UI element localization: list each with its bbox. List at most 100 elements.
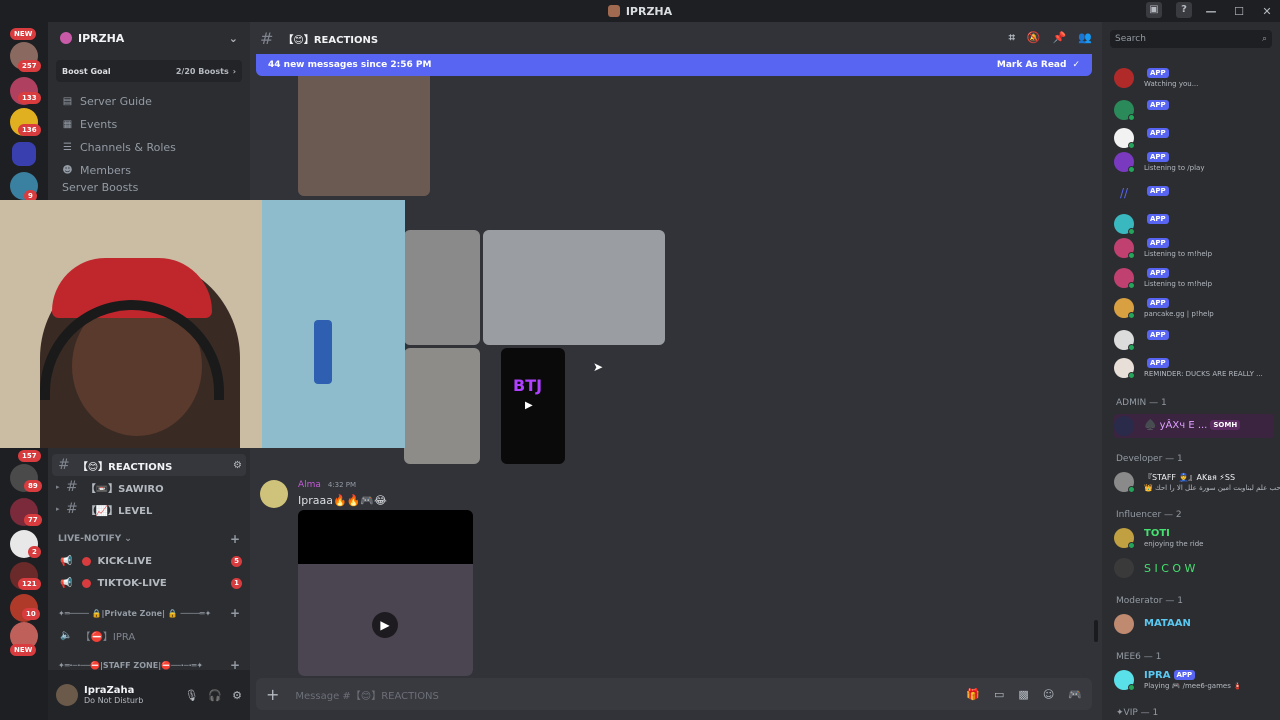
member-item[interactable]: APP <box>1114 212 1274 236</box>
attachment-image[interactable] <box>483 230 665 345</box>
attachment-image[interactable] <box>298 76 430 196</box>
new-messages-bar[interactable]: 44 new messages since 2:56 PM Mark As Re… <box>256 54 1092 76</box>
mark-as-read-button[interactable]: Mark As Read <box>997 60 1067 70</box>
composer-placeholder[interactable]: Message #【😊】REACTIONS <box>295 687 438 702</box>
category-live-notify[interactable]: LIVE-NOTIFY ⌄ + <box>48 528 250 550</box>
chevron-down-icon[interactable]: ⌄ <box>229 32 238 45</box>
gear-icon[interactable]: ⚙ <box>232 689 242 702</box>
chevron-down-icon: ⌄ <box>124 534 132 544</box>
member-item[interactable]: APP pancake.gg | p!help <box>1114 296 1274 320</box>
rail-badge: 157 <box>18 450 41 462</box>
channel-reactions[interactable]: # 【😊】REACTIONS ⚙ <box>52 454 246 476</box>
help-icon[interactable]: ? <box>1176 2 1192 18</box>
member-list-icon[interactable]: 👥 <box>1078 31 1092 45</box>
member-list: Search ⌕ APP Watching you... APP APP APP… <box>1102 22 1280 720</box>
play-icon[interactable]: ▶ <box>372 612 398 638</box>
megaphone-icon: 📢 <box>60 577 73 589</box>
sticker-icon[interactable]: ▩ <box>1018 688 1028 701</box>
member-item[interactable]: 『STAFF 👮』AKвя ⚡SS 👑 حب علم لبناوبت امين … <box>1114 470 1280 494</box>
member-item[interactable]: APP Listening to m!help <box>1114 236 1274 260</box>
member-activity: Listening to /play <box>1144 164 1205 172</box>
channel-kick-live[interactable]: 📢 KICK-LIVE 5 <box>48 550 250 572</box>
maximize-icon[interactable]: ☐ <box>1232 5 1246 18</box>
member-item[interactable]: APP Listening to /play <box>1114 150 1274 174</box>
video-thumbnail[interactable]: BTJ ▶ <box>501 348 565 464</box>
microphone-icon[interactable]: 🎙 <box>184 689 198 702</box>
role-tag: SOMH <box>1210 420 1241 430</box>
window-controls: — ☐ ✕ <box>1204 0 1274 22</box>
member-activity: pancake.gg | p!help <box>1144 310 1214 318</box>
member-item[interactable]: APP <box>1114 98 1274 122</box>
member-item[interactable]: // APP <box>1114 184 1274 208</box>
online-status-icon <box>1128 282 1135 289</box>
online-status-icon <box>1128 228 1135 235</box>
invite-icon[interactable]: ⚙ <box>233 460 242 471</box>
search-input[interactable]: Search ⌕ <box>1110 30 1272 48</box>
add-channel-icon[interactable]: + <box>230 606 240 620</box>
avatar[interactable] <box>56 684 78 706</box>
headphones-icon[interactable]: 🎧 <box>208 689 222 702</box>
role-header: ADMIN — 1 <box>1116 398 1167 408</box>
channels-icon: ☰ <box>63 142 72 153</box>
nav-server-guide[interactable]: ▤ Server Guide <box>48 90 250 113</box>
nav-channels-roles[interactable]: ☰ Channels & Roles <box>48 136 250 159</box>
app-badge: APP <box>1147 268 1169 278</box>
add-channel-icon[interactable]: + <box>230 532 240 546</box>
nav-events[interactable]: ▦ Events <box>48 113 250 136</box>
scrollbar[interactable] <box>1094 620 1098 642</box>
member-item[interactable]: IPRA APP Playing 🎮 /mee6-games 🧯 <box>1114 668 1274 692</box>
channel-level[interactable]: ▸ # 【📈】LEVEL <box>48 498 250 520</box>
rail-badge: 77 <box>24 514 42 526</box>
play-icon[interactable]: ▶ <box>525 400 533 411</box>
message-author[interactable]: Alma <box>298 480 321 490</box>
folder-icon[interactable] <box>12 142 36 166</box>
app-badge: APP <box>1147 186 1169 196</box>
attachment-image[interactable] <box>404 230 480 345</box>
member-item[interactable]: APP Listening to m!help <box>1114 266 1274 290</box>
online-status-icon <box>1128 344 1135 351</box>
server-header[interactable]: IPRZHA ⌄ <box>48 22 250 54</box>
member-name: MATAAN <box>1144 618 1191 629</box>
member-item[interactable]: APP <box>1114 328 1274 352</box>
member-item[interactable]: ♠️ yÂXч E ... SOMH <box>1114 414 1274 438</box>
online-status-icon <box>1128 372 1135 379</box>
webcam-curtain <box>262 200 405 448</box>
activities-icon[interactable]: 🎮 <box>1068 688 1082 701</box>
member-item[interactable]: APP Watching you... <box>1114 66 1274 90</box>
member-item[interactable]: APP <box>1114 126 1274 150</box>
boost-goal-bar[interactable]: Boost Goal 2/20 Boosts › <box>56 60 242 82</box>
attachment-image[interactable] <box>404 348 480 464</box>
threads-icon[interactable]: ⌗ <box>1009 31 1015 45</box>
attach-plus-icon[interactable]: + <box>266 685 279 704</box>
mute-bell-icon[interactable]: 🔕 <box>1027 31 1041 45</box>
message-text: Ipraaa🔥🔥🎮😂 <box>298 494 387 507</box>
member-item[interactable]: TOTI enjoying the ride <box>1114 526 1274 550</box>
category-private-zone[interactable]: ✦═──── 🔒|Private Zone| 🔒 ────═✦ + <box>48 602 250 624</box>
mark-read-icon: ✓ <box>1072 60 1080 70</box>
member-item[interactable]: APP REMINDER: DUCKS ARE REALLY ... <box>1114 356 1274 380</box>
nav-members[interactable]: ☻ Members <box>48 159 250 182</box>
member-item[interactable]: S I C O W <box>1114 556 1274 580</box>
member-name: ♠️ yÂXч E ... <box>1144 420 1208 431</box>
emoji-icon[interactable]: ☺ <box>1043 688 1054 701</box>
megaphone-icon: 📢 <box>60 555 73 567</box>
gift-icon[interactable]: 🎁 <box>966 688 980 701</box>
channel-ipra[interactable]: 🔈 【⛔】IPRA <box>48 624 250 646</box>
gif-icon[interactable]: ▭ <box>994 688 1004 701</box>
inbox-icon[interactable]: ▣ <box>1146 2 1162 18</box>
channel-tiktok-live[interactable]: 📢 TIKTOK-LIVE 1 <box>48 572 250 594</box>
member-item[interactable]: MATAAN <box>1114 612 1274 636</box>
role-header: Developer — 1 <box>1116 454 1183 464</box>
member-activity: Listening to m!help <box>1144 250 1213 258</box>
channel-sawiro[interactable]: ▸ # 【📼】SAWIRO <box>48 476 250 498</box>
message-composer[interactable]: + Message #【😊】REACTIONS 🎁 ▭ ▩ ☺ 🎮 <box>256 678 1092 710</box>
pin-icon[interactable]: 📌 <box>1053 31 1067 45</box>
member-activity: enjoying the ride <box>1144 540 1204 548</box>
video-attachment[interactable]: ▶ <box>298 510 473 676</box>
boost-goal-label: Boost Goal <box>62 66 111 76</box>
avatar[interactable] <box>260 480 288 508</box>
nav-server-boosts[interactable]: Server Boosts <box>48 182 250 192</box>
minimize-icon[interactable]: — <box>1204 5 1218 18</box>
avatar <box>1114 614 1134 634</box>
close-icon[interactable]: ✕ <box>1260 5 1274 18</box>
